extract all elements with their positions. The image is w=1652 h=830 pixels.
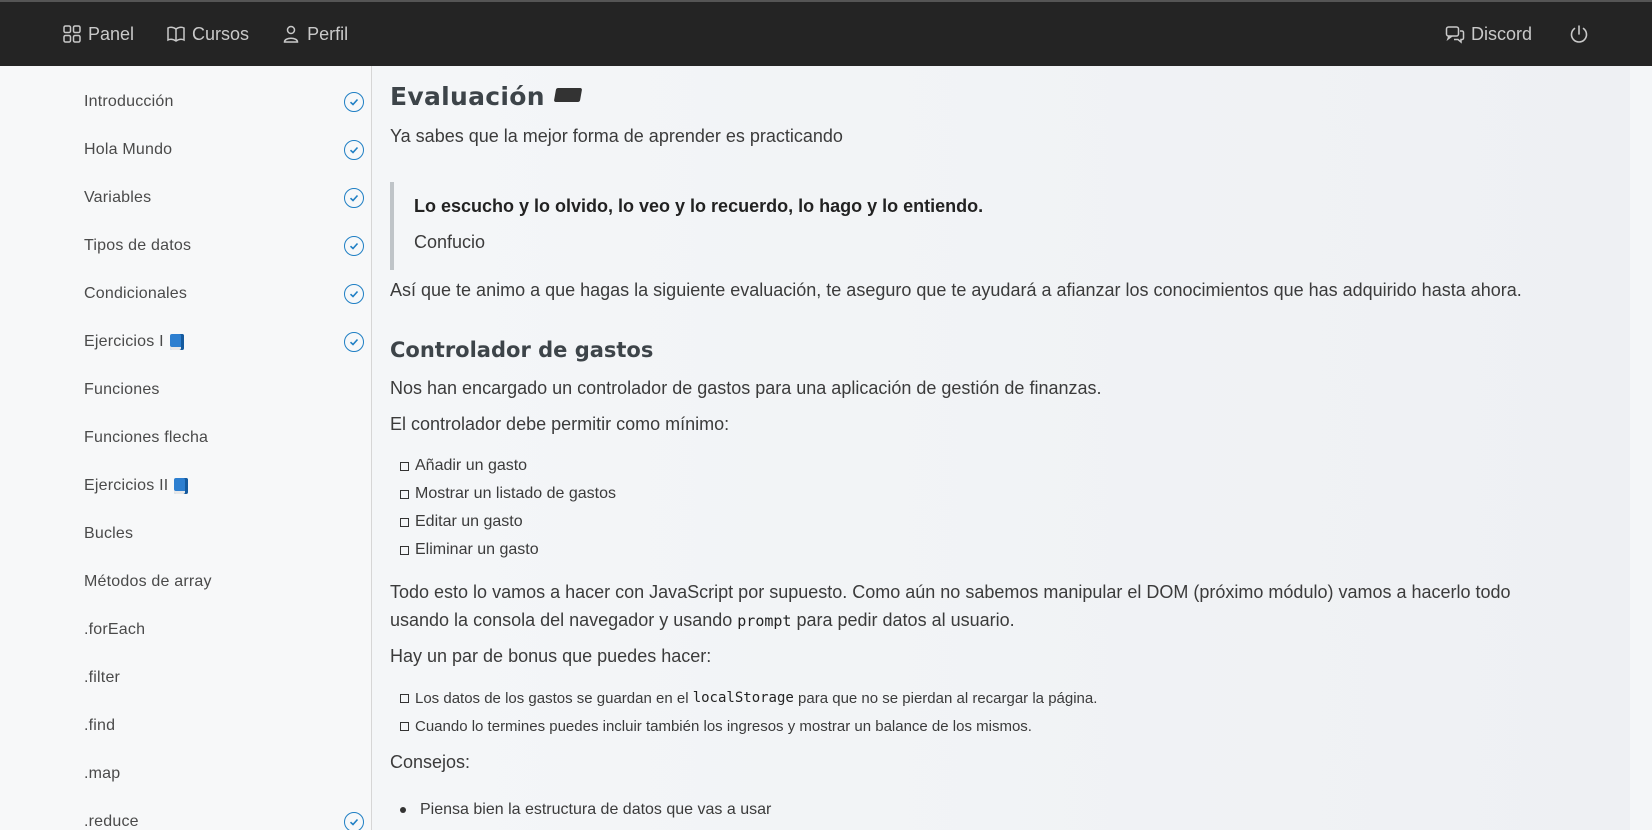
- nav-discord[interactable]: Discord: [1445, 24, 1532, 45]
- intro-text: Ya sabes que la mejor forma de aprender …: [390, 126, 843, 146]
- lesson-sidebar: Introducción Hola Mundo Variables Tipos de …: [0, 66, 372, 830]
- list-item: Añadir un gasto: [400, 452, 616, 480]
- list-item: Cuando lo termines puedes incluir tambié…: [400, 712, 1097, 740]
- quote-author: Confucio: [414, 232, 486, 252]
- sidebar-item-label: Funciones: [84, 381, 160, 398]
- sidebar-item[interactable]: Ejercicios I: [84, 322, 364, 362]
- sidebar-item-label: .reduce: [84, 813, 139, 830]
- list-item: Editar un gasto: [400, 508, 616, 536]
- sidebar-item-label: Introducción: [84, 93, 174, 110]
- inline-code: prompt: [737, 612, 792, 630]
- sidebar-item[interactable]: Hola Mundo: [84, 130, 364, 170]
- sidebar-item-label: Funciones flecha: [84, 429, 209, 446]
- sidebar-item[interactable]: .find: [84, 706, 364, 746]
- paragraph-3: El controlador debe permitir como mínimo…: [390, 414, 730, 434]
- sidebar-item-label: .map: [84, 765, 121, 782]
- nav-panel-label: Panel: [88, 23, 135, 44]
- paragraph-1: Así que te animo a que hagas la siguient…: [390, 280, 1522, 300]
- sidebar-item-label: Bucles: [84, 525, 134, 542]
- sidebar-item[interactable]: .forEach: [84, 610, 364, 650]
- check-circle-icon: [344, 284, 364, 304]
- nav-discord-label: Discord: [1470, 23, 1532, 44]
- sidebar-item-label: Variables: [84, 189, 152, 206]
- paragraph-4: Todo esto lo vamos a hacer con JavaScrip…: [390, 582, 1511, 630]
- paragraph-5: Hay un par de bonus que puedes hacer:: [390, 646, 712, 666]
- sidebar-item[interactable]: Funciones flecha: [84, 418, 364, 458]
- list-item: Eliminar un gasto: [400, 536, 616, 564]
- lesson-content: Evaluación Ya sabes que la mejor forma d…: [390, 66, 1630, 830]
- requirements-list: Añadir un gasto Mostrar un listado de ga…: [400, 452, 616, 564]
- sidebar-item[interactable]: Tipos de datos: [84, 226, 364, 266]
- chat-bubbles-icon: [1445, 26, 1465, 44]
- tips-title: Consejos:: [390, 752, 471, 772]
- nav-cursos-label: Cursos: [192, 23, 250, 44]
- check-circle-icon: [344, 236, 364, 256]
- book-icon: [169, 334, 184, 350]
- check-circle-icon: [344, 140, 364, 160]
- sidebar-item-label: Métodos de array: [84, 573, 212, 590]
- book-icon: [174, 478, 189, 494]
- sidebar-item[interactable]: Métodos de array: [84, 562, 364, 602]
- bonus-list: Los datos de los gastos se guardan en el…: [400, 684, 1097, 740]
- sidebar-item[interactable]: Funciones: [84, 370, 364, 410]
- check-circle-icon: [344, 812, 364, 830]
- nav-cursos[interactable]: Cursos: [166, 24, 249, 45]
- sidebar-item[interactable]: Ejercicios II: [84, 466, 364, 506]
- grid-icon: [63, 25, 81, 43]
- check-circle-icon: [344, 188, 364, 208]
- blockquote: Lo escucho y lo olvido, lo veo y lo recu…: [390, 182, 1590, 270]
- nav-perfil[interactable]: Perfil: [281, 24, 348, 45]
- sidebar-item-label: Condicionales: [84, 285, 188, 302]
- check-circle-icon: [344, 332, 364, 352]
- paragraph-2: Nos han encargado un controlador de gast…: [390, 378, 1102, 398]
- sidebar-item-label: Ejercicios II: [84, 477, 169, 494]
- page-title: Evaluación: [390, 82, 583, 111]
- power-icon: [1570, 25, 1588, 43]
- sidebar-item-label: Hola Mundo: [84, 141, 173, 158]
- sidebar-item-label: Ejercicios I: [84, 333, 164, 350]
- section-title: Controlador de gastos: [390, 338, 654, 362]
- nav-perfil-label: Perfil: [307, 23, 349, 44]
- check-circle-icon: [344, 92, 364, 112]
- list-item: Mostrar un listado de gastos: [400, 480, 616, 508]
- quote-text: Lo escucho y lo olvido, lo veo y lo recu…: [414, 196, 984, 216]
- sidebar-item[interactable]: Variables: [84, 178, 364, 218]
- user-icon: [283, 25, 299, 43]
- inline-code: localStorage: [692, 690, 794, 706]
- top-navbar: Panel Cursos Perfil Discord: [0, 0, 1652, 66]
- sidebar-item[interactable]: .map: [84, 754, 364, 794]
- sidebar-item-label: .forEach: [84, 621, 146, 638]
- book-open-icon: [167, 26, 185, 42]
- sidebar-item[interactable]: Introducción: [84, 82, 364, 122]
- logout-button[interactable]: [1568, 23, 1590, 45]
- sidebar-item[interactable]: .filter: [84, 658, 364, 698]
- list-item: Piensa bien la estructura de datos que v…: [400, 796, 771, 824]
- sidebar-item-label: .find: [84, 717, 116, 734]
- sidebar-item[interactable]: Bucles: [84, 514, 364, 554]
- sidebar-item[interactable]: Condicionales: [84, 274, 364, 314]
- graduation-cap-icon: [553, 88, 583, 102]
- sidebar-item-label: .filter: [84, 669, 121, 686]
- sidebar-item[interactable]: .reduce: [84, 802, 364, 830]
- tips-list: Piensa bien la estructura de datos que v…: [400, 796, 771, 824]
- sidebar-item-label: Tipos de datos: [84, 237, 192, 254]
- nav-panel[interactable]: Panel: [62, 24, 134, 45]
- page-title-text: Evaluación: [390, 82, 545, 111]
- list-item: Los datos de los gastos se guardan en el…: [400, 684, 1097, 712]
